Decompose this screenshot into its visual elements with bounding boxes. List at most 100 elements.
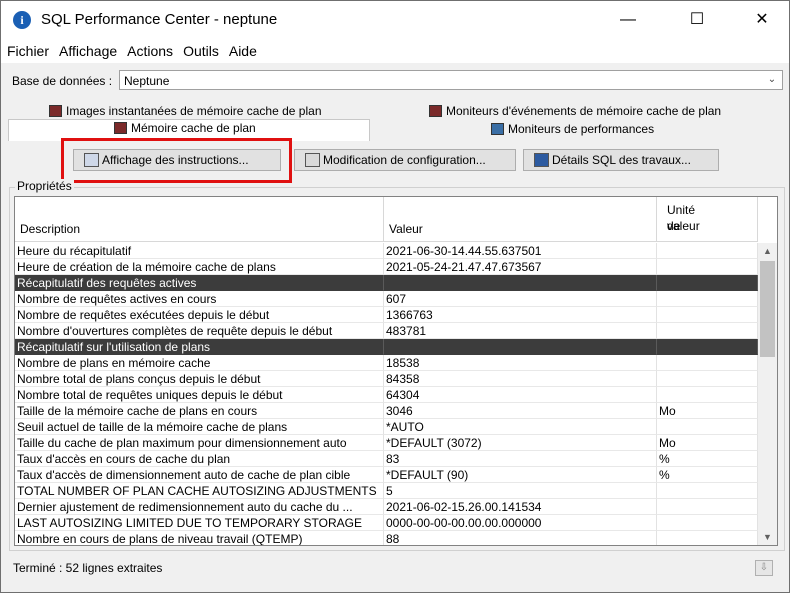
menu-affichage[interactable]: Affichage [53, 39, 121, 59]
cell-value: 2021-05-24-21.47.47.673567 [384, 259, 657, 275]
cell-description: Récapitulatif sur l'utilisation de plans [15, 339, 384, 355]
minimize-button[interactable]: — [605, 1, 651, 39]
cell-value: 84358 [384, 371, 657, 387]
button-label: Détails SQL des travaux... [552, 153, 691, 167]
app-info-icon: i [13, 11, 31, 29]
table-row[interactable]: Nombre de requêtes exécutées depuis le d… [15, 307, 758, 323]
menu-outils[interactable]: Outils [177, 39, 223, 59]
table-row[interactable]: Dernier ajustement de redimensionnement … [15, 499, 758, 515]
database-label: Base de données : [12, 74, 113, 88]
cell-unit [657, 499, 758, 515]
table-row[interactable]: Nombre d'ouvertures complètes de requête… [15, 323, 758, 339]
database-row: Base de données : Neptune ⌄ [1, 65, 789, 95]
table-row[interactable]: Nombre total de plans conçus depuis le d… [15, 371, 758, 387]
close-button[interactable]: ✕ [739, 1, 785, 39]
table-row[interactable]: Heure de création de la mémoire cache de… [15, 259, 758, 275]
cell-unit [657, 339, 758, 355]
table-row[interactable]: TOTAL NUMBER OF PLAN CACHE AUTOSIZING AD… [15, 483, 758, 499]
table-row[interactable]: Nombre de requêtes actives en cours 607 [15, 291, 758, 307]
cell-value: 64304 [384, 387, 657, 403]
cell-description: Taille de la mémoire cache de plans en c… [15, 403, 384, 419]
cell-unit [657, 323, 758, 339]
cell-unit [657, 275, 758, 291]
table-row[interactable]: Nombre de plans en mémoire cache 18538 [15, 355, 758, 371]
unit-header-line2: valeur [667, 219, 700, 233]
tab-event-monitors[interactable]: Moniteurs d'événements de mémoire cache … [429, 104, 721, 122]
menu-aide[interactable]: Aide [223, 39, 261, 59]
cell-description: Taux d'accès en cours de cache du plan [15, 451, 384, 467]
cell-value [384, 339, 657, 355]
title-bar: i SQL Performance Center - neptune — ☐ ✕ [1, 1, 789, 39]
properties-title: Propriétés [15, 179, 74, 193]
cell-description: Nombre de plans en mémoire cache [15, 355, 384, 371]
scroll-thumb[interactable] [760, 261, 775, 357]
table-row[interactable]: Taille du cache de plan maximum pour dim… [15, 435, 758, 451]
cell-unit [657, 291, 758, 307]
table-row[interactable]: Nombre en cours de plans de niveau trava… [15, 531, 758, 545]
performance-monitor-icon [491, 123, 504, 135]
column-header-description[interactable]: Description [15, 197, 384, 242]
table-row[interactable]: Nombre total de requêtes uniques depuis … [15, 387, 758, 403]
cell-unit [657, 371, 758, 387]
event-monitor-icon [429, 105, 442, 117]
cell-unit [657, 355, 758, 371]
cell-unit [657, 419, 758, 435]
cell-unit [657, 387, 758, 403]
cell-value: 1366763 [384, 307, 657, 323]
plan-cache-icon [114, 122, 127, 134]
cell-value [384, 275, 657, 291]
wrench-icon [305, 153, 320, 167]
cell-value: *DEFAULT (3072) [384, 435, 657, 451]
cell-description: Nombre en cours de plans de niveau trava… [15, 531, 384, 545]
modify-config-button[interactable]: Modification de configuration... [294, 149, 516, 171]
table-row[interactable]: LAST AUTOSIZING LIMITED DUE TO TEMPORARY… [15, 515, 758, 531]
table-body: Heure du récapitulatif 2021-06-30-14.44.5… [15, 243, 758, 545]
menu-actions[interactable]: Actions [121, 39, 177, 59]
cell-description: Taille du cache de plan maximum pour dim… [15, 435, 384, 451]
table-row[interactable]: Taux d'accès en cours de cache du plan 83… [15, 451, 758, 467]
tab-performance-monitors[interactable]: Moniteurs de performances [491, 122, 654, 140]
column-header-unit[interactable]: Unité de valeur [657, 197, 758, 242]
cell-unit: % [657, 467, 758, 483]
scroll-down-icon[interactable]: ▼ [758, 529, 777, 545]
status-text: Terminé : 52 lignes extraites [13, 561, 163, 575]
button-label: Modification de configuration... [323, 153, 486, 167]
column-header-value[interactable]: Valeur [384, 197, 657, 242]
section-row[interactable]: Récapitulatif des requêtes actives [15, 275, 758, 291]
maximize-button[interactable]: ☐ [674, 1, 720, 39]
cell-value: 18538 [384, 355, 657, 371]
scroll-up-icon[interactable]: ▲ [758, 243, 777, 259]
cell-value: 3046 [384, 403, 657, 419]
cell-value: *DEFAULT (90) [384, 467, 657, 483]
cell-description: Heure de création de la mémoire cache de… [15, 259, 384, 275]
cell-description: Récapitulatif des requêtes actives [15, 275, 384, 291]
table-row[interactable]: Seuil actuel de taille de la mémoire cac… [15, 419, 758, 435]
cell-description: Nombre total de plans conçus depuis le d… [15, 371, 384, 387]
cell-value: 83 [384, 451, 657, 467]
database-value: Neptune [124, 74, 170, 88]
cell-description: Dernier ajustement de redimensionnement … [15, 499, 384, 515]
cell-description: Nombre d'ouvertures complètes de requête… [15, 323, 384, 339]
cell-unit: Mo [657, 403, 758, 419]
cell-description: LAST AUTOSIZING LIMITED DUE TO TEMPORARY… [15, 515, 384, 531]
cell-unit [657, 483, 758, 499]
table-row[interactable]: Heure du récapitulatif 2021-06-30-14.44.5… [15, 243, 758, 259]
cell-description: Nombre total de requêtes uniques depuis … [15, 387, 384, 403]
export-icon[interactable]: ⇩ [755, 560, 773, 576]
column-header-label: Description [20, 222, 81, 236]
menu-fichier[interactable]: Fichier [1, 39, 53, 59]
chevron-down-icon[interactable]: ⌄ [764, 71, 780, 89]
sql-job-details-button[interactable]: Détails SQL des travaux... [523, 149, 719, 171]
cell-unit [657, 243, 758, 259]
vertical-scrollbar[interactable]: ▲ ▼ [758, 243, 777, 545]
cell-unit: Mo [657, 435, 758, 451]
column-header-label: Valeur [389, 222, 423, 236]
section-row[interactable]: Récapitulatif sur l'utilisation de plans [15, 339, 758, 355]
cell-value: 607 [384, 291, 657, 307]
table-row[interactable]: Taille de la mémoire cache de plans en c… [15, 403, 758, 419]
menu-bar: Fichier Affichage Actions Outils Aide [1, 39, 789, 63]
cell-description: Seuil actuel de taille de la mémoire cac… [15, 419, 384, 435]
cell-description: TOTAL NUMBER OF PLAN CACHE AUTOSIZING AD… [15, 483, 384, 499]
database-select[interactable]: Neptune ⌄ [119, 70, 783, 90]
table-row[interactable]: Taux d'accès de dimensionnement auto de … [15, 467, 758, 483]
